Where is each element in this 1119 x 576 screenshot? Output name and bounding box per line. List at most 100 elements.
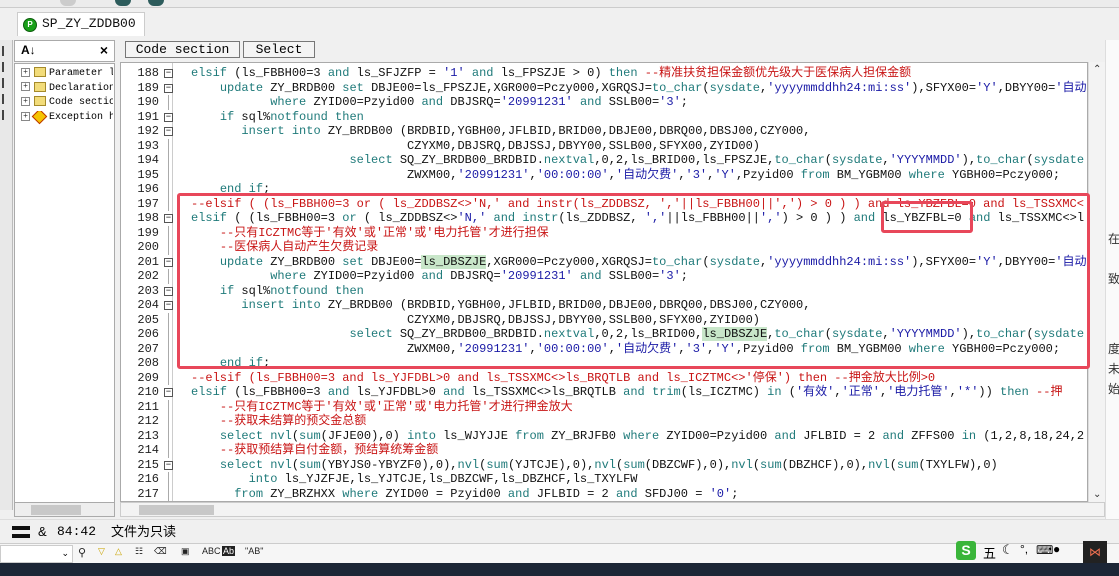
fold-collapse-icon[interactable]: − [164,460,173,470]
code-line[interactable]: 195 ZWXM00,'20991231','00:00:00','自动欠费',… [121,167,1087,182]
code-text: DBYY00 [558,138,602,153]
strip-icon[interactable] [2,94,10,104]
code-line[interactable]: 198− elsif ( (ls_FBBH00=3 or ( ls_ZDDBSZ<… [121,211,1087,226]
code-line[interactable]: 189− update ZY_BRDB00 set DBJE00 = ls_FPSZ… [121,81,1087,96]
code-line[interactable]: 217 from ZY_BRZHXX where ZYID00 = Pzyid0… [121,486,1087,501]
code-line[interactable]: 200 --医保病人自动产生欠费记录 [121,240,1087,255]
search-combo[interactable]: ⌄ [0,545,73,563]
window-icon[interactable]: ▣ [181,546,190,557]
code-line[interactable]: 211 --只有ICZTMC等于'有效'或'正常'或'电力托管'才进行押金放大 [121,399,1087,414]
tab-sp-zy-zddb00[interactable]: P SP_ZY_ZDDB00 [17,12,145,36]
code-line[interactable]: 203− if sql%notfound then [121,284,1087,299]
tree-node[interactable]: + Declaration [21,81,113,96]
punctuation-icon[interactable]: °, [1020,542,1028,556]
code-text: ) [752,138,760,153]
moon-icon[interactable]: ☾ [1002,542,1014,558]
fold-collapse-icon[interactable]: − [164,112,173,122]
code-line[interactable]: 193 CZYXM0,DBJSRQ,DBJSSJ,DBYY00,SSLB00,S… [121,138,1087,153]
code-string: '20991231' [457,167,530,182]
fold-collapse-icon[interactable]: − [164,127,173,136]
user-icon[interactable]: ● [1053,542,1060,556]
tree-horizontal-scrollbar[interactable] [14,502,115,517]
scroll-down-icon[interactable]: ⌄ [1093,489,1101,500]
tree-node[interactable]: + Parameter l [21,67,113,81]
code-line[interactable]: 190 where ZYID00=Pzyid00 and DBJSRQ='209… [121,95,1087,110]
ime-mode[interactable]: 五 [983,543,996,562]
code-text: ls_FPSZJE [500,66,566,80]
eraser-icon[interactable]: ⌫ [154,546,167,557]
fold-collapse-icon[interactable]: − [164,83,173,93]
sogou-ime-icon[interactable]: S [956,541,976,560]
code-line[interactable]: 206 select SQ_ZY_BRDB00_BRDBID.nextval,0… [121,327,1087,342]
list-icon[interactable]: ☷ [135,546,143,557]
scroll-up-icon[interactable]: ⌃ [1093,64,1101,75]
code-line[interactable]: 209 --elsif (ls_FBBH00=3 and ls_YJFDBL>0 … [121,370,1087,385]
code-line[interactable]: 202 where ZYID00=Pzyid00 and DBJSRQ='209… [121,269,1087,284]
close-icon[interactable]: × [100,42,108,58]
tree-node-label: Declaration [49,82,113,94]
fold-collapse-icon[interactable]: − [164,214,173,223]
binoculars-icon[interactable]: ⚲ [78,546,86,559]
expand-icon[interactable]: + [21,111,30,121]
fold-collapse-icon[interactable]: − [164,69,173,78]
code-line[interactable]: 199 --只有ICZTMC等于'有效'或'正常'或'电力托管'才进行担保 [121,225,1087,240]
code-line[interactable]: 212 --获取未结算的预交金总额 [121,414,1087,429]
chevron-down-icon[interactable]: ⌄ [61,548,69,559]
code-line[interactable]: 207 ZWXM00,'20991231','00:00:00','自动欠费',… [121,341,1087,356]
expand-icon[interactable]: + [21,82,30,92]
code-line[interactable]: 205 CZYXM0,DBJSRQ,DBJSSJ,DBYY00,SSLB00,S… [121,312,1087,327]
folder-icon [34,67,46,78]
code-line[interactable]: 191− if sql%notfound then [121,110,1087,125]
code-line[interactable]: 208 end if; [121,356,1087,371]
code-text: =3 [320,211,343,225]
code-line[interactable]: 214 --获取预结算自付金额，预结算统筹金额 [121,443,1087,458]
toolbar-icon[interactable] [148,0,164,6]
code-line[interactable]: 197 --elsif ( (ls_FBBH00=3 or ( ls_ZDDBSZ… [121,196,1087,211]
code-section-button[interactable]: Code section [125,41,240,58]
folder-icon [34,81,46,92]
code-line[interactable]: 192− insert into ZY_BRDB00 (BRDBID,YGBH0… [121,124,1087,139]
app-tray-icon[interactable]: ⋈ [1083,541,1107,563]
code-text: YGBH00 [457,298,501,312]
fold-collapse-icon[interactable]: − [164,301,173,310]
highlight-abc-icon[interactable]: Ab [222,546,236,556]
select-button[interactable]: Select [243,41,315,58]
toolbar-icon[interactable] [60,0,76,6]
expand-icon[interactable]: + [21,96,30,106]
keyboard-icon[interactable]: ⌨ [1036,543,1053,557]
find-next-icon[interactable]: ▽ [98,546,105,557]
code-text: )) [978,385,1001,399]
code-line[interactable]: 196 end if; [121,182,1087,197]
code-line[interactable]: 215− select nvl(sum(YBYJS0-YBYZF0),0),nv… [121,458,1087,473]
tree-node[interactable]: + Code sectio [21,96,113,110]
strip-icon[interactable] [2,46,10,56]
strip-icon[interactable] [2,78,10,88]
code-line[interactable]: 213 select nvl(sum(JFJE00),0) into ls_WJ… [121,428,1087,443]
fold-collapse-icon[interactable]: − [164,286,173,296]
sort-az-icon[interactable]: A↓ [21,43,36,57]
horizontal-scrollbar[interactable] [120,502,1105,517]
toolbar-icon[interactable] [115,0,131,6]
find-prev-icon[interactable]: △ [115,546,122,557]
code-line[interactable]: 194 select SQ_ZY_BRDB00_BRDBID.nextval,0… [121,153,1087,168]
quoted-ab-icon[interactable]: "AB" [245,546,263,556]
code-editor[interactable]: 188− elsif (ls_FBBH00=3 and ls_SFJZFP = '… [120,62,1088,502]
code-line[interactable]: 188− elsif (ls_FBBH00=3 and ls_SFJZFP = '… [121,66,1087,81]
abc-icon[interactable]: ABC [202,546,221,556]
code-string: '3' [685,167,708,182]
code-line[interactable]: 201− update ZY_BRDB00 set DBJE00 = ls_DBSZ… [121,254,1087,270]
fold-line [168,443,169,458]
code-line[interactable]: 204− insert into ZY_BRDB00 (BRDBID,YGBH0… [121,298,1087,313]
expand-icon[interactable]: + [21,67,30,77]
tree-node[interactable]: + Exception h [21,110,113,125]
code-line[interactable]: 216 into ls_YJZFJE,ls_YJTCJE,ls_DBZCWF,l… [121,472,1087,487]
fold-line [168,327,169,342]
strip-icon[interactable] [2,62,10,72]
strip-icon[interactable] [2,110,10,120]
vertical-scrollbar[interactable]: ⌃ ⌄ [1088,62,1105,502]
code-text: SQ_ZY_BRDB00_BRDBID [399,327,537,341]
code-line[interactable]: 210− elsif (ls_FBBH00=3 and ls_YJFDBL>0 a… [121,385,1087,400]
fold-collapse-icon[interactable]: − [164,257,173,267]
fold-collapse-icon[interactable]: − [164,388,173,397]
